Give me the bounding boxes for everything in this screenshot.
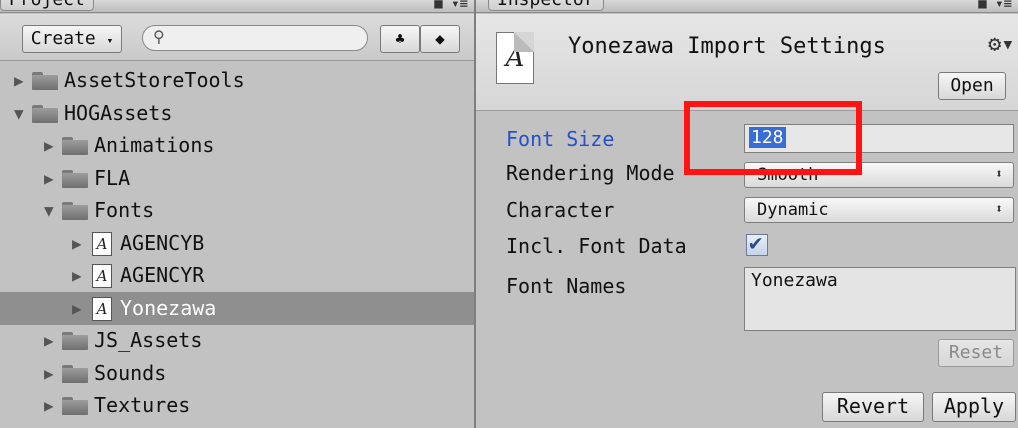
tree-folder-item[interactable]: ▼ HOGAssets <box>0 97 474 130</box>
tree-folder-item[interactable]: ▶ JS_Assets <box>0 324 474 357</box>
filter-type-icon: ♣ <box>395 30 405 48</box>
create-label: Create <box>30 28 96 49</box>
open-button[interactable]: Open <box>938 72 1006 100</box>
inspector-tab-label: Inspector <box>497 0 595 10</box>
label-tag-icon: ◆ <box>435 29 445 48</box>
incl-font-data-checkbox[interactable]: ✔ <box>746 231 768 256</box>
project-panel: Project ■ ▾≡ Create ▾ ⚲ ♣ ◆ ▶ AssetStoreT… <box>0 0 476 428</box>
tree-item-label: Yonezawa <box>120 295 217 320</box>
checkmark-icon: ✔ <box>749 231 763 256</box>
reset-button[interactable]: Reset <box>938 339 1014 367</box>
apply-label: Apply <box>943 394 1005 418</box>
inspector-panel: Inspector ■ ▾≡ A Yonezawa Import Setting… <box>476 0 1018 428</box>
tree-item-label: HOGAssets <box>64 100 173 125</box>
collapsed-arrow-icon[interactable]: ▶ <box>72 227 82 260</box>
tree-folder-item[interactable]: ▶ AssetStoreTools <box>0 64 474 97</box>
incl-font-data-label: Incl. Font Data <box>506 234 687 258</box>
collapsed-arrow-icon[interactable]: ▶ <box>72 292 82 325</box>
font-names-label: Font Names <box>506 274 627 298</box>
folder-icon <box>62 169 88 188</box>
font-file-icon: A <box>92 231 112 256</box>
tree-folder-item[interactable]: ▶ FLA <box>0 162 474 195</box>
character-value: Dynamic <box>757 200 829 220</box>
rendering-mode-label: Rendering Mode <box>506 161 675 185</box>
search-icon: ⚲ <box>153 27 165 46</box>
folder-icon <box>62 202 88 220</box>
folder-icon <box>62 137 88 155</box>
folder-icon <box>62 397 88 415</box>
collapsed-arrow-icon[interactable]: ▶ <box>44 324 54 357</box>
annotation-highlight-box <box>684 101 862 175</box>
tree-item-label: Textures <box>94 393 191 417</box>
reset-label: Reset <box>948 342 1004 363</box>
expanded-arrow-icon[interactable]: ▼ <box>44 194 54 227</box>
project-tab-label: Project <box>9 0 85 10</box>
font-file-icon: A <box>92 264 112 288</box>
tree-item-label: AGENCYR <box>120 263 205 287</box>
project-tab[interactable]: Project <box>0 0 94 11</box>
folder-icon <box>32 72 58 90</box>
font-file-icon: A <box>92 296 112 321</box>
revert-button[interactable]: Revert <box>822 392 924 422</box>
character-dropdown[interactable]: Dynamic ⬍ <box>744 197 1014 223</box>
project-toolbar: Create ▾ ⚲ ♣ ◆ <box>0 14 474 61</box>
revert-label: Revert <box>836 394 910 418</box>
inspector-header: A Yonezawa Import Settings ⚙▾ Open <box>476 14 1018 111</box>
tree-font-item[interactable]: ▶ A Yonezawa <box>0 291 474 325</box>
dropdown-arrows-icon: ⬍ <box>995 202 1003 217</box>
tree-folder-item[interactable]: ▶ Textures <box>0 389 474 422</box>
tree-item-label: Animations <box>94 133 215 157</box>
filter-by-type-button[interactable]: ♣ <box>380 25 420 53</box>
inspector-tab[interactable]: Inspector <box>488 0 604 11</box>
folder-icon <box>32 104 58 123</box>
tree-item-label: Sounds <box>94 360 167 385</box>
font-names-value: Yonezawa <box>751 270 838 291</box>
tree-item-label: FLA <box>94 165 131 190</box>
tree-font-item[interactable]: ▶ A AGENCYB <box>0 227 474 260</box>
collapsed-arrow-icon[interactable]: ▶ <box>44 389 54 422</box>
create-button[interactable]: Create ▾ <box>22 25 122 53</box>
open-label: Open <box>950 75 994 96</box>
inspector-tab-bar: Inspector ■ ▾≡ <box>476 0 1018 13</box>
font-size-label: Font Size <box>506 127 615 151</box>
filter-by-label-button[interactable]: ◆ <box>420 25 460 53</box>
collapsed-arrow-icon[interactable]: ▶ <box>44 162 54 195</box>
panel-menu-icon[interactable]: ■ ▾≡ <box>978 0 1012 12</box>
collapsed-arrow-icon[interactable]: ▶ <box>44 129 54 162</box>
project-tab-bar: Project ■ ▾≡ <box>0 0 474 13</box>
tree-font-item[interactable]: ▶ A AGENCYR <box>0 259 474 292</box>
dropdown-arrow-icon: ▾ <box>106 34 114 47</box>
collapsed-arrow-icon[interactable]: ▶ <box>44 357 54 390</box>
tree-item-label: Fonts <box>94 198 155 222</box>
character-label: Character <box>506 198 615 222</box>
gear-icon[interactable]: ⚙▾ <box>988 32 1015 57</box>
tree-item-label: JS_Assets <box>94 328 203 352</box>
inspector-title: Yonezawa Import Settings <box>568 34 886 59</box>
tree-folder-item[interactable]: ▶ Animations <box>0 129 474 162</box>
tree-item-label: AssetStoreTools <box>64 68 245 92</box>
font-names-textarea[interactable]: Yonezawa <box>744 267 1016 331</box>
folder-icon <box>62 364 88 383</box>
search-input[interactable]: ⚲ <box>142 25 368 51</box>
collapsed-arrow-icon[interactable]: ▶ <box>72 259 82 292</box>
folder-icon <box>62 332 88 350</box>
apply-button[interactable]: Apply <box>932 392 1016 422</box>
panel-menu-icon[interactable]: ■ ▾≡ <box>434 0 468 12</box>
tree-folder-item[interactable]: ▶ Sounds <box>0 357 474 390</box>
expanded-arrow-icon[interactable]: ▼ <box>14 97 24 130</box>
collapsed-arrow-icon[interactable]: ▶ <box>14 64 24 97</box>
tree-folder-item[interactable]: ▼ Fonts <box>0 194 474 227</box>
tree-item-label: AGENCYB <box>120 230 205 255</box>
font-asset-icon: A <box>496 32 534 84</box>
dropdown-arrows-icon: ⬍ <box>995 167 1003 182</box>
